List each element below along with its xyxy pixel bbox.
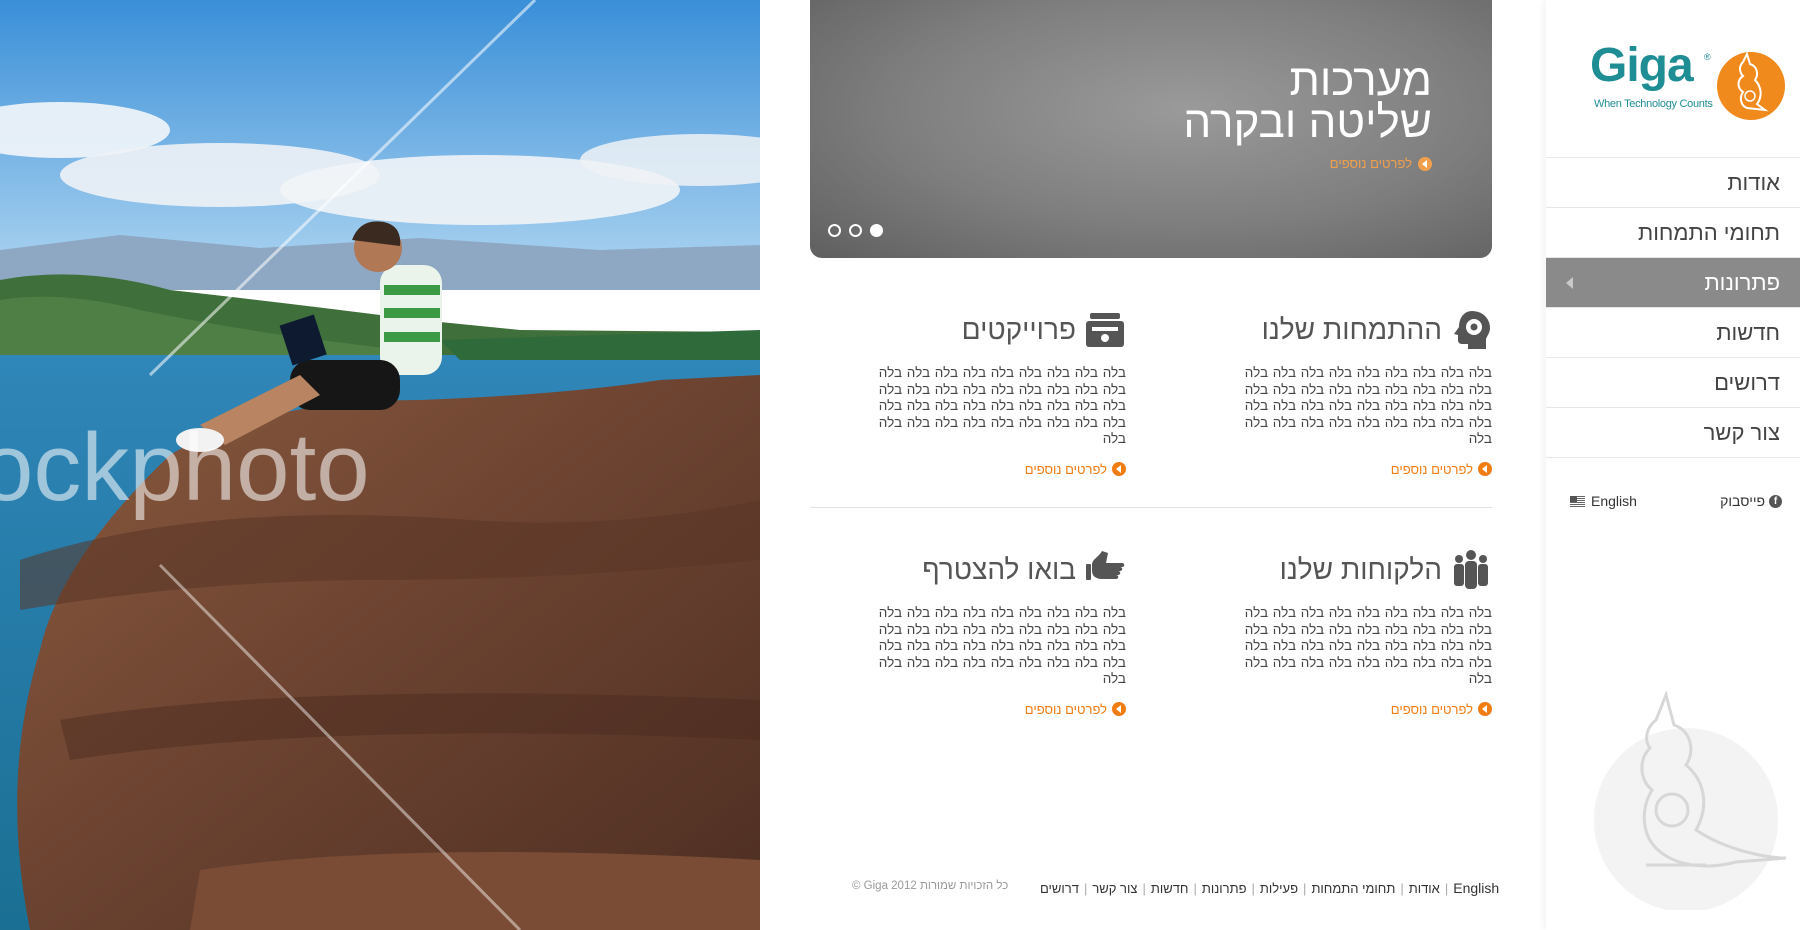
nav-item-jobs[interactable]: דרושים bbox=[1546, 358, 1800, 408]
facebook-label: פייסבוק bbox=[1720, 493, 1765, 509]
feature-title: הלקוחות שלנו bbox=[1279, 554, 1442, 585]
slider-title-line2: שליטה ובקרה bbox=[1183, 98, 1432, 147]
footer-separator: | bbox=[1083, 880, 1088, 896]
hero-photo: ockphoto bbox=[0, 0, 760, 930]
nav-item-news[interactable]: חדשות bbox=[1546, 308, 1800, 358]
feature-expertise: ההתמחות שלנו בלה בלה בלה בלה בלה בלה בלה… bbox=[1230, 307, 1492, 477]
nav-item-label: צור קשר bbox=[1703, 420, 1780, 445]
footer-link-expertise[interactable]: תחומי התמחות bbox=[1311, 881, 1395, 896]
sidebar-links: f פייסבוק English bbox=[1546, 490, 1800, 510]
more-link[interactable]: לפרטים נוספים bbox=[1230, 462, 1492, 477]
head-gear-icon bbox=[1454, 311, 1490, 349]
nav-item-label: אודות bbox=[1727, 170, 1780, 195]
footer-link-solutions[interactable]: פתרונות bbox=[1202, 881, 1247, 896]
footer-separator: | bbox=[1142, 880, 1146, 896]
footer-link-english[interactable]: English bbox=[1453, 880, 1499, 896]
page-root: ockphoto מערכות שליטה ובקרה לפרטים נוספי… bbox=[0, 0, 1800, 930]
footer-nav: English | אודות | תחומי התמחות | פעילות … bbox=[1040, 880, 1499, 896]
feature-title: ההתמחות שלנו bbox=[1261, 314, 1442, 345]
feature-head: בואו להצטרף bbox=[864, 547, 1126, 593]
nav-item-label: חדשות bbox=[1716, 320, 1780, 345]
thumbs-up-icon bbox=[1086, 551, 1125, 580]
feature-join: בואו להצטרף בלה בלה בלה בלה בלה בלה בלה … bbox=[864, 547, 1126, 717]
kangaroo-icon bbox=[1737, 51, 1769, 112]
feature-head: פרוייקטים bbox=[864, 307, 1126, 353]
feature-text: בלה בלה בלה בלה בלה בלה בלה בלה בלה בלה … bbox=[878, 365, 1126, 446]
more-link[interactable]: לפרטים נוספים bbox=[864, 462, 1126, 477]
logo-registered: ® bbox=[1704, 52, 1711, 62]
more-link[interactable]: לפרטים נוספים bbox=[864, 702, 1126, 717]
footer-link-news[interactable]: חדשות bbox=[1151, 881, 1189, 896]
slider-dots bbox=[828, 224, 883, 237]
nav-item-expertise[interactable]: תחומי התמחות bbox=[1546, 208, 1800, 258]
nav-item-contact[interactable]: צור קשר bbox=[1546, 408, 1800, 458]
footer-link-jobs[interactable]: דרושים bbox=[1040, 881, 1079, 896]
facebook-link[interactable]: f פייסבוק bbox=[1720, 493, 1782, 509]
more-link-label: לפרטים נוספים bbox=[1390, 461, 1473, 477]
slider-dot-2[interactable] bbox=[849, 224, 862, 237]
chevron-left-icon bbox=[1112, 702, 1126, 716]
hero-image: ockphoto bbox=[0, 0, 760, 930]
footer-separator: | bbox=[1193, 880, 1197, 896]
logo-text: Giga bbox=[1590, 39, 1694, 92]
chevron-left-icon bbox=[1478, 702, 1492, 716]
footer-separator: | bbox=[1400, 880, 1404, 896]
feature-title: פרוייקטים bbox=[961, 314, 1076, 345]
feature-text: בלה בלה בלה בלה בלה בלה בלה בלה בלה בלה … bbox=[878, 605, 1126, 686]
sidebar: Giga ® When Technology Counts אודות תחומ… bbox=[1546, 0, 1800, 930]
hero-slider[interactable]: מערכות שליטה ובקרה לפרטים נוספים bbox=[810, 0, 1492, 258]
feature-text: בלה בלה בלה בלה בלה בלה בלה בלה בלה בלה … bbox=[1244, 605, 1492, 686]
slider-title: מערכות שליטה ובקרה bbox=[1183, 56, 1432, 147]
slider-more-link[interactable]: לפרטים נוספים bbox=[1330, 156, 1432, 171]
nav-item-label: פתרונות bbox=[1704, 270, 1780, 295]
feature-title: בואו להצטרף bbox=[922, 554, 1076, 585]
footer-separator: | bbox=[1444, 880, 1449, 896]
nav-item-about[interactable]: אודות bbox=[1546, 158, 1800, 208]
english-label: English bbox=[1591, 493, 1637, 509]
feature-text: בלה בלה בלה בלה בלה בלה בלה בלה בלה בלה … bbox=[1244, 365, 1492, 446]
slider-more-label: לפרטים נוספים bbox=[1329, 156, 1412, 171]
footer-link-contact[interactable]: צור קשר bbox=[1092, 881, 1137, 896]
caret-left-icon bbox=[1566, 277, 1573, 289]
hero-watermark: ockphoto bbox=[0, 414, 370, 521]
more-link[interactable]: לפרטים נוספים bbox=[1230, 702, 1492, 717]
logo[interactable]: Giga ® When Technology Counts bbox=[1590, 28, 1790, 120]
feature-clients: הלקוחות שלנו בלה בלה בלה בלה בלה בלה בלה… bbox=[1230, 547, 1492, 717]
chevron-left-icon bbox=[1112, 462, 1126, 476]
footer-link-about[interactable]: אודות bbox=[1409, 881, 1440, 896]
slider-dot-3[interactable] bbox=[828, 224, 841, 237]
logo-badge bbox=[1717, 51, 1785, 120]
footer-separator: | bbox=[1251, 880, 1255, 896]
chevron-left-icon bbox=[1418, 156, 1432, 171]
more-link-label: לפרטים נוספים bbox=[1024, 461, 1107, 477]
main-nav: אודות תחומי התמחות פתרונות חדשות דרושים … bbox=[1546, 157, 1800, 458]
people-icon bbox=[1454, 550, 1488, 589]
section-divider bbox=[810, 507, 1492, 508]
more-link-label: לפרטים נוספים bbox=[1024, 701, 1107, 717]
logo-tagline: When Technology Counts bbox=[1594, 98, 1713, 110]
facebook-icon: f bbox=[1769, 494, 1782, 508]
chevron-left-icon bbox=[1478, 462, 1492, 476]
footer-link-activity[interactable]: פעילות bbox=[1260, 881, 1298, 896]
nav-item-solutions[interactable]: פתרונות bbox=[1546, 258, 1800, 308]
copyright: כל הזכויות שמורות Giga 2012 © bbox=[852, 880, 1009, 892]
footer-separator: | bbox=[1303, 880, 1307, 896]
briefcase-icon bbox=[1086, 313, 1124, 347]
nav-item-label: דרושים bbox=[1714, 370, 1780, 395]
slider-title-line1: מערכות bbox=[1289, 56, 1432, 105]
more-link-label: לפרטים נוספים bbox=[1390, 701, 1473, 717]
slider-dot-1[interactable] bbox=[870, 224, 883, 237]
feature-projects: פרוייקטים בלה בלה בלה בלה בלה בלה בלה בל… bbox=[864, 307, 1126, 477]
english-link[interactable]: English bbox=[1570, 493, 1637, 509]
kangaroo-watermark-icon bbox=[1594, 690, 1786, 910]
feature-head: ההתמחות שלנו bbox=[1230, 307, 1492, 353]
nav-item-label: תחומי התמחות bbox=[1638, 220, 1780, 245]
us-flag-icon bbox=[1570, 495, 1585, 507]
feature-head: הלקוחות שלנו bbox=[1230, 547, 1492, 593]
